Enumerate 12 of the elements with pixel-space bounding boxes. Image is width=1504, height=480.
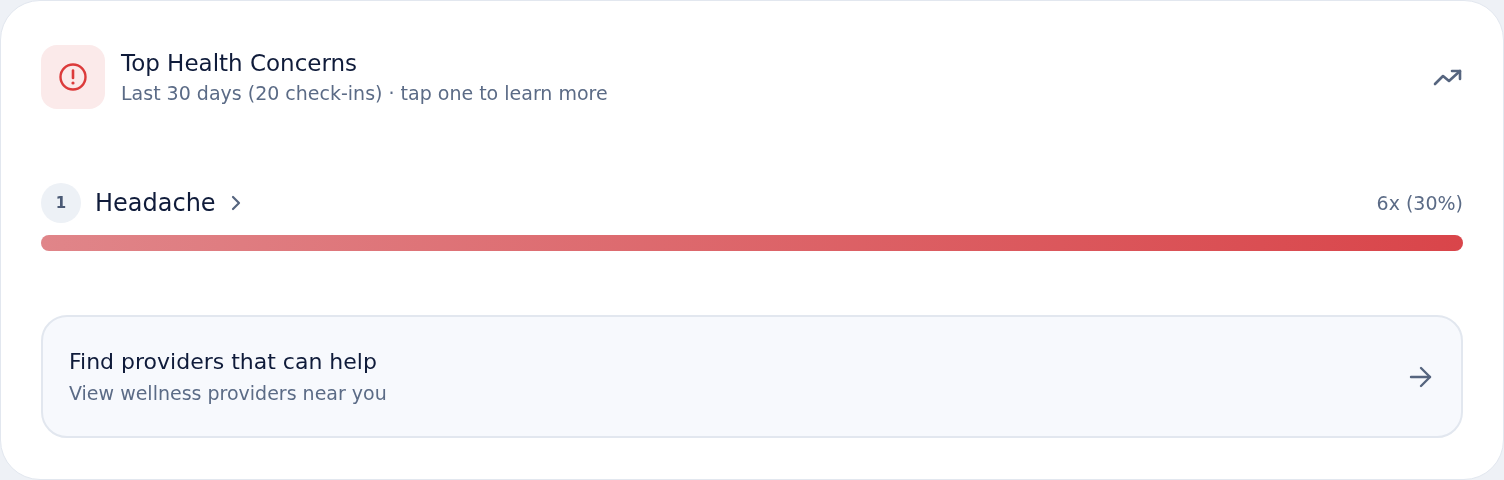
- card-subtitle: Last 30 days (20 check-ins) · tap one to learn more: [121, 82, 609, 104]
- concern-count: 6x (30%): [1376, 192, 1463, 214]
- concern-name[interactable]: Headache: [95, 189, 216, 217]
- cta-title: Find providers that can help: [69, 349, 378, 374]
- card-title: Top Health Concerns: [121, 50, 359, 76]
- trending-up-icon[interactable]: [1433, 68, 1463, 86]
- arrow-right-icon: [1409, 365, 1433, 388]
- cta-subtitle: View wellness providers near you: [69, 382, 388, 404]
- rank-badge: 1: [41, 183, 81, 223]
- find-providers-card[interactable]: Find providers that can help View wellness providers near you: [41, 315, 1463, 438]
- alert-icon: [58, 62, 88, 92]
- chevron-right-icon[interactable]: [229, 194, 242, 212]
